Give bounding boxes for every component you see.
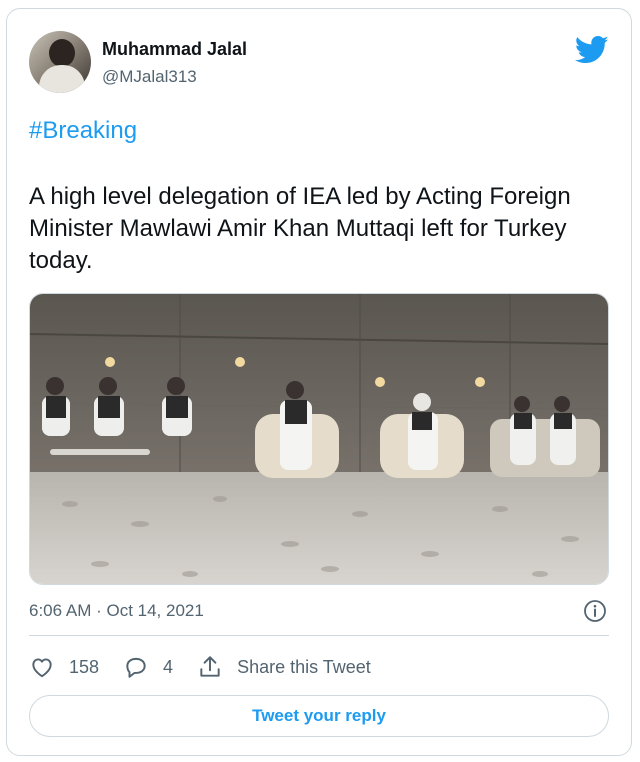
tweet-text: A high level delegation of IEA led by Ac… (29, 183, 571, 274)
twitter-bird-icon[interactable] (575, 35, 609, 65)
share-icon (200, 656, 220, 677)
tweet-photo[interactable] (29, 293, 609, 585)
info-icon[interactable] (583, 599, 607, 623)
share-label: Share this Tweet (237, 656, 371, 677)
action-bar: 158 4 Share this Tweet (29, 653, 395, 681)
photo-illustration (30, 294, 608, 584)
heart-icon (32, 658, 52, 678)
avatar-body (39, 65, 85, 93)
tweet-your-reply-button[interactable]: Tweet your reply (29, 695, 609, 737)
author-name[interactable]: Muhammad Jalal (102, 39, 247, 60)
reply-button[interactable]: 4 (123, 654, 173, 680)
divider (29, 635, 609, 636)
like-count: 158 (69, 656, 100, 677)
share-button[interactable]: Share this Tweet (197, 654, 371, 680)
avatar[interactable] (29, 31, 91, 93)
tweet-timestamp[interactable]: 6:06 AM · Oct 14, 2021 (29, 601, 204, 621)
reply-bubble-icon (126, 657, 146, 678)
avatar-head (49, 39, 75, 67)
reply-count: 4 (163, 656, 174, 677)
author-handle[interactable]: @MJalal313 (102, 67, 197, 87)
tweet-card: Muhammad Jalal @MJalal313 #Breaking A hi… (6, 8, 632, 756)
hashtag-link[interactable]: #Breaking (29, 117, 137, 145)
like-button[interactable]: 158 (29, 654, 99, 680)
